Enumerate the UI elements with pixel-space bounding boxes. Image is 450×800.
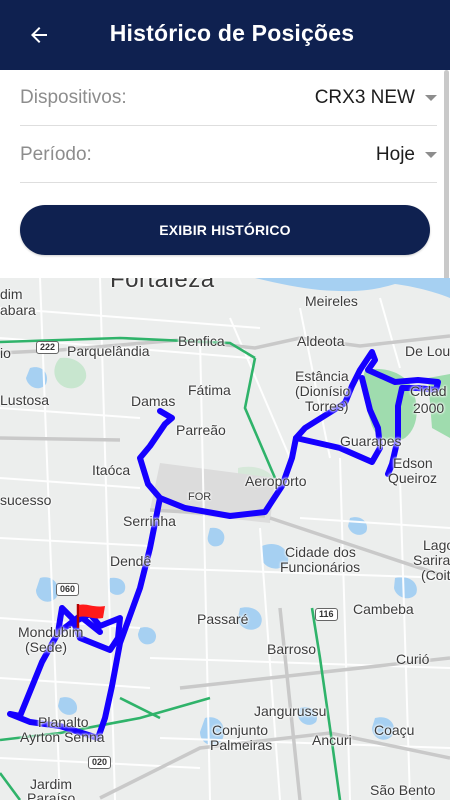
map-label: (Coit xyxy=(421,567,450,583)
map-label: Ayrton Senna xyxy=(20,729,105,745)
route-shield: 060 xyxy=(56,583,80,596)
page-title: Histórico de Posições xyxy=(109,20,355,46)
map-label: São Bento xyxy=(370,782,436,798)
map-label: Lustosa xyxy=(0,392,50,408)
map-label: Planalto xyxy=(38,714,89,730)
map-label: De Lou xyxy=(405,343,450,359)
map-label: Parreão xyxy=(176,422,226,438)
map-label: Aldeota xyxy=(297,333,345,349)
route-shield: 116 xyxy=(315,608,338,621)
dropdown-caret-icon xyxy=(425,94,437,101)
map-label: Paraíso xyxy=(27,790,76,800)
map-label: Coaçu xyxy=(374,722,415,738)
map-label: Cidade dos xyxy=(285,544,356,560)
map-label: Itaóca xyxy=(92,462,131,478)
map-label: Parquelândia xyxy=(67,343,150,359)
map-label: abara xyxy=(0,302,36,318)
map-label: Mondubim xyxy=(18,624,84,640)
map-label: FOR xyxy=(188,491,212,503)
period-label: Período: xyxy=(20,143,92,165)
map-label: Torres) xyxy=(305,398,349,414)
app-bar: Histórico de Posições xyxy=(0,0,450,70)
map-label: Dendê xyxy=(110,553,152,569)
map-label: Queiroz xyxy=(388,470,438,486)
period-row: Período: Hoje xyxy=(20,127,437,183)
map-label: Ancuri xyxy=(312,732,352,748)
map-label: (Sede) xyxy=(25,639,68,655)
map-label: Estância xyxy=(295,368,349,384)
map-label: Edson xyxy=(393,455,433,471)
map-label: Conjunto xyxy=(212,722,269,738)
dropdown-caret-icon xyxy=(425,151,437,158)
map-label: dim xyxy=(0,286,23,302)
map-label: Serrinha xyxy=(123,513,176,529)
map-label: Cambeba xyxy=(353,601,414,617)
filter-form: Dispositivos: CRX3 NEW Período: Hoje EXI… xyxy=(0,70,450,278)
map-label: Lago xyxy=(423,537,450,553)
map-label: Fátima xyxy=(188,382,231,398)
map-label: Palmeiras xyxy=(210,737,273,753)
map-label: Curió xyxy=(396,651,430,667)
devices-value: CRX3 NEW xyxy=(314,86,415,108)
map-label: Cidad xyxy=(410,383,447,399)
show-history-button[interactable]: EXIBIR HISTÓRICO xyxy=(20,205,430,255)
map-label: Funcionários xyxy=(280,559,361,575)
map-label: Meireles xyxy=(305,293,358,309)
map-label: Jangurussu xyxy=(254,703,327,719)
map-label: Aeroporto xyxy=(245,473,307,489)
scrollbar[interactable] xyxy=(444,70,449,280)
period-dropdown[interactable]: Hoje xyxy=(376,144,437,166)
map-label: Passaré xyxy=(197,611,249,627)
map-label: sucesso xyxy=(0,492,52,508)
devices-dropdown[interactable]: CRX3 NEW xyxy=(315,87,437,109)
map-label: (Dionísio xyxy=(295,383,351,399)
map-label: Benfica xyxy=(178,333,225,349)
map-label: Fortaleza xyxy=(110,278,215,293)
route-shield: 020 xyxy=(88,756,112,769)
map-label: Damas xyxy=(131,393,176,409)
route-shield: 222 xyxy=(36,341,60,354)
map-label: Barroso xyxy=(267,641,317,657)
map-label: Guarapes xyxy=(340,433,402,449)
map-label: 2000 xyxy=(413,400,445,416)
map-label: io xyxy=(0,345,11,361)
map-view[interactable]: 222 060 116 020 Fortaleza dim abara Meir… xyxy=(0,278,450,800)
devices-label: Dispositivos: xyxy=(20,86,127,108)
devices-row: Dispositivos: CRX3 NEW xyxy=(20,70,437,126)
period-value: Hoje xyxy=(375,143,415,165)
map-label: Sarira xyxy=(413,552,450,568)
